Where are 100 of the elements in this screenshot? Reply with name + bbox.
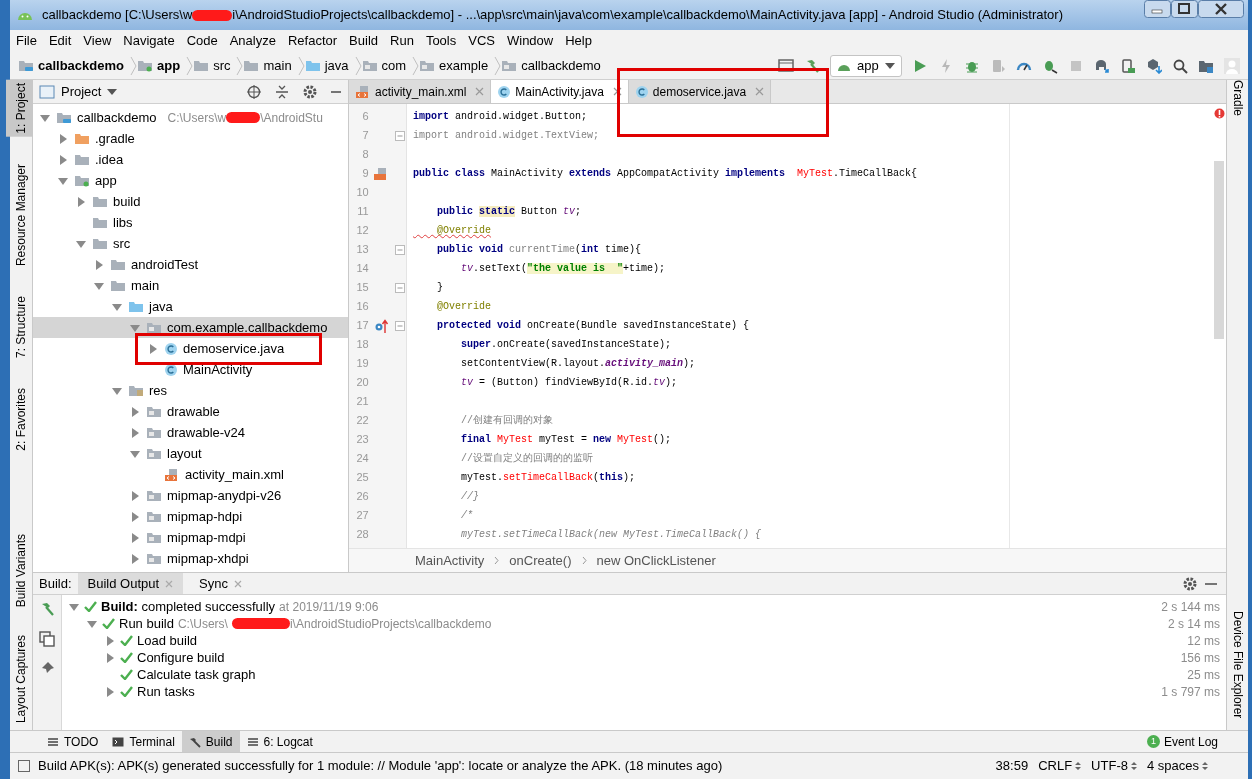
- tool-window-tab[interactable]: Build: [181, 730, 240, 753]
- menu-item[interactable]: Code: [186, 31, 218, 51]
- menu-item[interactable]: Analyze: [229, 31, 276, 51]
- tool-window-tab[interactable]: Resource Manager: [6, 160, 36, 269]
- breadcrumb-item[interactable]: src: [213, 55, 231, 76]
- menu-item[interactable]: VCS: [468, 31, 495, 51]
- menu-item[interactable]: Edit: [48, 31, 72, 51]
- tree-item[interactable]: activity_main.xml: [185, 464, 284, 485]
- expand-arrow-icon[interactable]: [129, 405, 141, 418]
- close-icon[interactable]: [1198, 0, 1244, 18]
- caret-icon[interactable]: [107, 88, 118, 95]
- panel-toggle-icon[interactable]: [18, 760, 30, 772]
- collapse-all-icon[interactable]: [274, 83, 290, 100]
- breadcrumb-item[interactable]: new OnClickListener: [596, 550, 716, 571]
- breadcrumb-item[interactable]: com: [381, 55, 407, 76]
- monitor-icon[interactable]: [778, 58, 794, 73]
- tool-window-tab[interactable]: 7: Structure: [6, 292, 36, 361]
- status-widget[interactable]: UTF-8: [1091, 756, 1128, 776]
- breadcrumb-item[interactable]: onCreate(): [509, 550, 572, 571]
- expand-arrow-icon[interactable]: [104, 634, 116, 647]
- menu-item[interactable]: Navigate: [123, 31, 175, 51]
- tree-item[interactable]: src: [113, 233, 131, 254]
- editor-tab[interactable]: activity_main.xml: [349, 80, 492, 103]
- expand-arrow-icon[interactable]: [93, 258, 105, 271]
- expand-arrow-icon[interactable]: [147, 342, 159, 355]
- fold-marker-icon[interactable]: [395, 130, 406, 141]
- expand-arrow-icon[interactable]: [129, 510, 141, 523]
- expand-arrow-icon[interactable]: [129, 489, 141, 502]
- expand-arrow-icon[interactable]: [104, 685, 116, 698]
- expand-arrow-icon[interactable]: [57, 153, 69, 166]
- menu-item[interactable]: View: [83, 31, 112, 51]
- tree-item[interactable]: res: [149, 380, 168, 401]
- tool-window-tab[interactable]: Build Variants: [6, 530, 36, 610]
- editor-tab[interactable]: MainActivity.java: [491, 80, 629, 103]
- tree-item[interactable]: callbackdemo: [77, 107, 157, 128]
- breadcrumb-item[interactable]: app: [157, 55, 181, 76]
- panel-tab[interactable]: Build Output: [77, 573, 184, 594]
- tree-item[interactable]: build: [113, 191, 141, 212]
- expand-arrow-icon[interactable]: [129, 426, 141, 439]
- fold-marker-icon[interactable]: [395, 320, 406, 331]
- tree-item[interactable]: demoservice.java: [183, 338, 285, 359]
- tool-window-tab[interactable]: TODO: [40, 730, 106, 753]
- menu-item[interactable]: Run: [390, 31, 414, 51]
- expand-arrow-icon[interactable]: [57, 132, 69, 145]
- menu-item[interactable]: Refactor: [287, 31, 338, 51]
- tree-item[interactable]: .gradle: [95, 128, 135, 149]
- menu-item[interactable]: Window: [506, 31, 554, 51]
- tree-item[interactable]: java: [149, 296, 173, 317]
- expand-arrow-icon[interactable]: [129, 531, 141, 544]
- editor-tab[interactable]: demoservice.java: [628, 80, 772, 103]
- tree-item[interactable]: layout: [167, 443, 202, 464]
- expand-arrow-icon[interactable]: [129, 552, 141, 565]
- toggle-view-icon[interactable]: [39, 631, 55, 647]
- tree-item[interactable]: drawable-v24: [167, 422, 246, 443]
- close-icon[interactable]: [612, 87, 622, 96]
- status-widget[interactable]: CRLF: [1038, 756, 1073, 776]
- settings-icon[interactable]: [1182, 575, 1198, 592]
- search-icon[interactable]: [1172, 57, 1188, 74]
- menu-item[interactable]: Build: [349, 31, 378, 51]
- panel-title[interactable]: Project: [61, 81, 102, 102]
- cursor-position[interactable]: 38:59: [995, 756, 1029, 776]
- maximize-icon[interactable]: [1171, 0, 1198, 18]
- tree-item[interactable]: main: [131, 275, 160, 296]
- run-icon[interactable]: [912, 57, 928, 74]
- run-config-dropdown[interactable]: app: [830, 54, 902, 77]
- tree-item[interactable]: MainActivity: [183, 359, 253, 380]
- tree-item[interactable]: .idea: [95, 149, 124, 170]
- tool-window-tab[interactable]: Terminal: [105, 730, 182, 753]
- override-marker-icon[interactable]: [373, 317, 390, 334]
- fold-marker-icon[interactable]: [395, 244, 406, 255]
- tool-window-tab[interactable]: 6: Logcat: [239, 730, 320, 753]
- status-widget[interactable]: 4 spaces: [1146, 756, 1199, 776]
- locate-icon[interactable]: [246, 83, 262, 100]
- panel-tab[interactable]: Sync: [189, 573, 252, 594]
- fold-marker-icon[interactable]: [395, 282, 406, 293]
- tree-item[interactable]: androidTest: [131, 254, 199, 275]
- tool-window-tab[interactable]: Device File Explorer: [1228, 610, 1247, 718]
- breadcrumb-item[interactable]: MainActivity: [415, 550, 485, 571]
- breadcrumb-item[interactable]: main: [263, 55, 292, 76]
- breadcrumb-item[interactable]: example: [439, 55, 489, 76]
- tree-item[interactable]: mipmap-xhdpi: [167, 548, 249, 569]
- tool-window-tab[interactable]: Event Log: [1163, 732, 1218, 751]
- menu-item[interactable]: Tools: [425, 31, 457, 51]
- tool-window-tab[interactable]: Layout Captures: [6, 631, 36, 726]
- breadcrumb-item[interactable]: callbackdemo: [521, 55, 601, 76]
- tree-item[interactable]: mipmap-hdpi: [167, 506, 243, 527]
- scrollbar-thumb[interactable]: [1214, 161, 1224, 339]
- expand-arrow-icon[interactable]: [75, 195, 87, 208]
- breadcrumb-item[interactable]: callbackdemo: [38, 55, 124, 76]
- tree-item[interactable]: libs: [113, 212, 133, 233]
- tree-item[interactable]: app: [95, 170, 117, 191]
- tree-item[interactable]: com.example.callbackdemo: [167, 317, 328, 338]
- breadcrumb-item[interactable]: java: [324, 55, 349, 76]
- tool-window-tab[interactable]: 2: Favorites: [6, 384, 36, 454]
- settings-icon[interactable]: [302, 83, 318, 100]
- tree-item[interactable]: mipmap-anydpi-v26: [167, 485, 282, 506]
- tree-item[interactable]: mipmap-mdpi: [167, 527, 246, 548]
- menu-item[interactable]: Help: [565, 31, 592, 51]
- menu-item[interactable]: File: [16, 31, 37, 51]
- expand-arrow-icon[interactable]: [104, 651, 116, 664]
